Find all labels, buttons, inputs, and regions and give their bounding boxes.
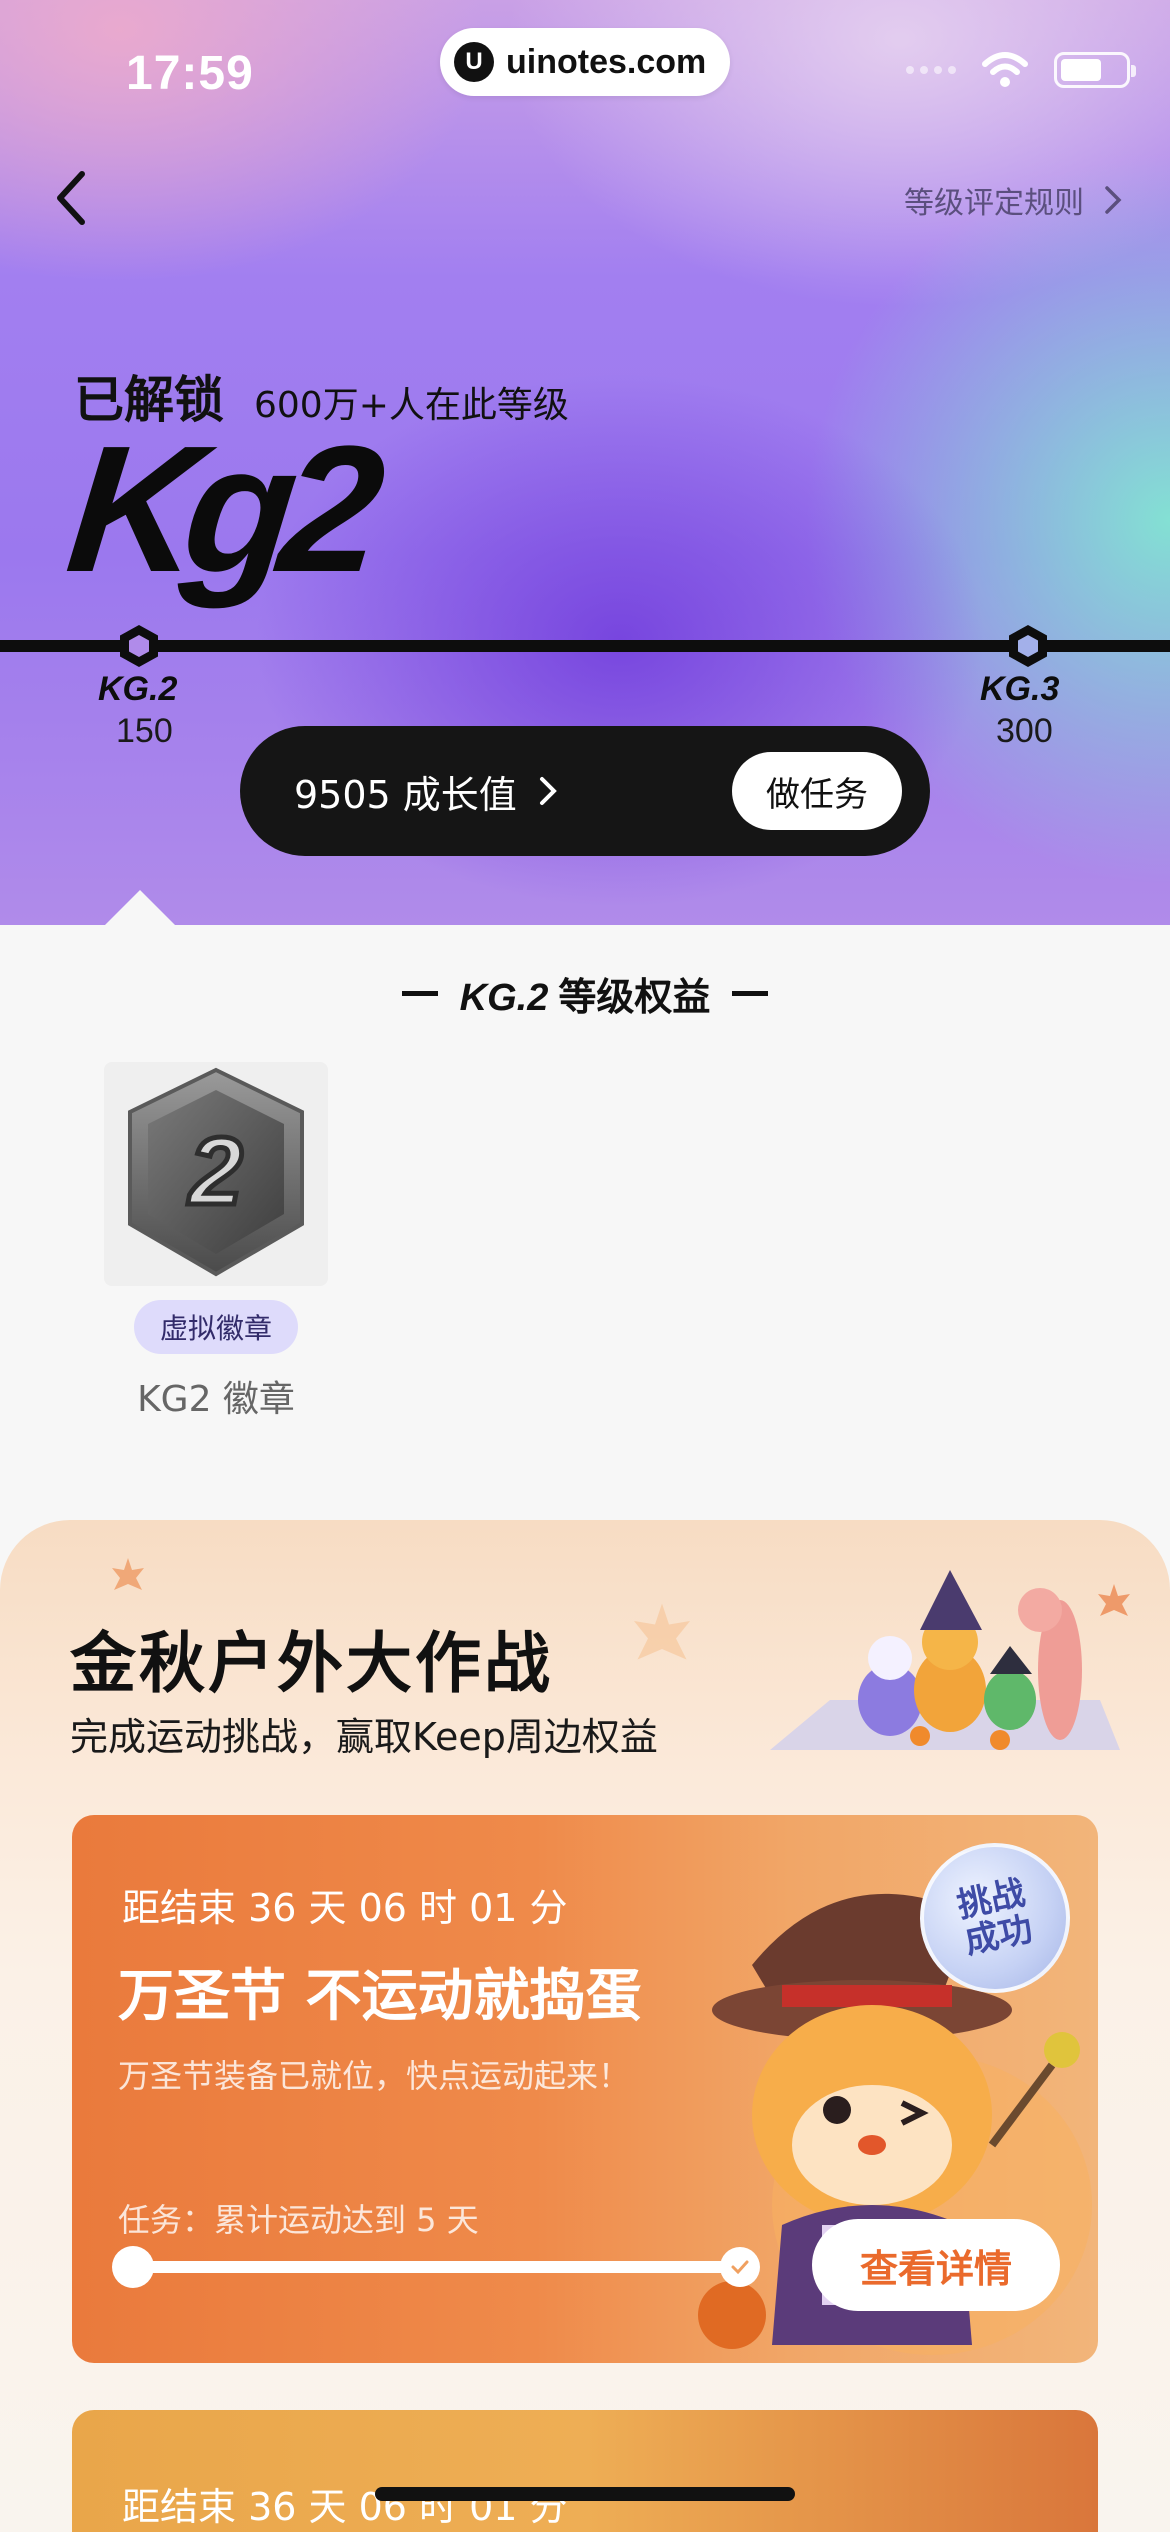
svg-text:2: 2 [187,1118,242,1225]
card-title: 万圣节 不运动就捣蛋 [118,1964,642,2029]
level-hero: 17:59 U uinotes.com 等级评定规则 已解锁 600万+人在此等… [0,0,1170,925]
rules-link-label: 等级评定规则 [904,186,1084,221]
back-arrow-icon[interactable] [48,168,98,228]
divider [401,991,438,996]
chevron-right-icon [1105,186,1122,214]
benefits-header: KG.2 等级权益 [0,966,1170,1021]
benefits-title: KG.2 等级权益 [459,975,711,1019]
level-node-icon [1009,625,1047,667]
task-progress-fill [122,2261,740,2273]
progress-start-dot [112,2246,154,2288]
card-description: 万圣节装备已就位，快点运动起来！ [118,2057,631,2095]
rules-link[interactable]: 等级评定规则 [904,178,1122,222]
node-label-kg2: KG.2 [98,670,178,708]
level-track [0,640,1170,652]
badge-name: KG2 徽章 [137,1379,295,1420]
chevron-right-icon [539,777,557,805]
badge-icon: 2 [128,1067,304,1277]
card-task: 任务：累计运动达到 5 天 [118,2201,479,2239]
mascots-illustration [770,1570,1120,1750]
url-text: uinotes.com [506,42,707,81]
status-time: 17:59 [126,47,254,100]
status-icons [906,52,1136,88]
campaign-title: 金秋户外大作战 [70,1625,553,1702]
task-progress-bar [112,2246,760,2288]
campaign-subtitle: 完成运动挑战，赢取Keep周边权益 [70,1715,658,1759]
growth-points: 9505 成长值 [294,772,517,817]
virtual-badge-tag: 虚拟徽章 [134,1300,298,1354]
node-value-kg3: 300 [996,712,1053,750]
view-details-button[interactable]: 查看详情 [812,2219,1060,2311]
node-value-kg2: 150 [116,712,173,750]
challenge-card[interactable]: 距结束 36 天 06 时 01 分 万圣节 不运动就捣蛋 万圣节装备已就位，快… [72,1815,1098,2363]
growth-points-link[interactable]: 9505 成长值 [294,764,557,819]
signal-icon [906,66,956,74]
section-pointer [104,890,176,925]
level-node-icon [120,625,158,667]
maple-leaf-icon [112,1558,144,1590]
current-level-title: Kg2 [59,409,379,610]
challenge-card[interactable]: 距结束 36 天 06 时 01 分 [72,2410,1098,2532]
card-countdown: 距结束 36 天 06 时 01 分 [122,2485,568,2529]
kg2-badge-image[interactable]: 2 [104,1062,328,1286]
home-indicator[interactable] [375,2487,795,2501]
node-label-kg3: KG.3 [980,670,1060,708]
do-task-button[interactable]: 做任务 [732,752,902,830]
wifi-icon [982,52,1028,87]
growth-bar: 9505 成长值 做任务 [240,726,930,856]
url-pill[interactable]: U uinotes.com [440,28,730,96]
divider [732,991,769,996]
site-logo-icon: U [454,42,494,82]
progress-complete-check-icon [720,2247,760,2287]
maple-leaf-icon [634,1603,690,1660]
battery-icon [1054,52,1136,88]
card-countdown: 距结束 36 天 06 时 01 分 [122,1886,568,1930]
campaign-section: 金秋户外大作战 完成运动挑战，赢取Keep周边权益 距结束 36 天 06 时 … [0,1520,1170,2532]
